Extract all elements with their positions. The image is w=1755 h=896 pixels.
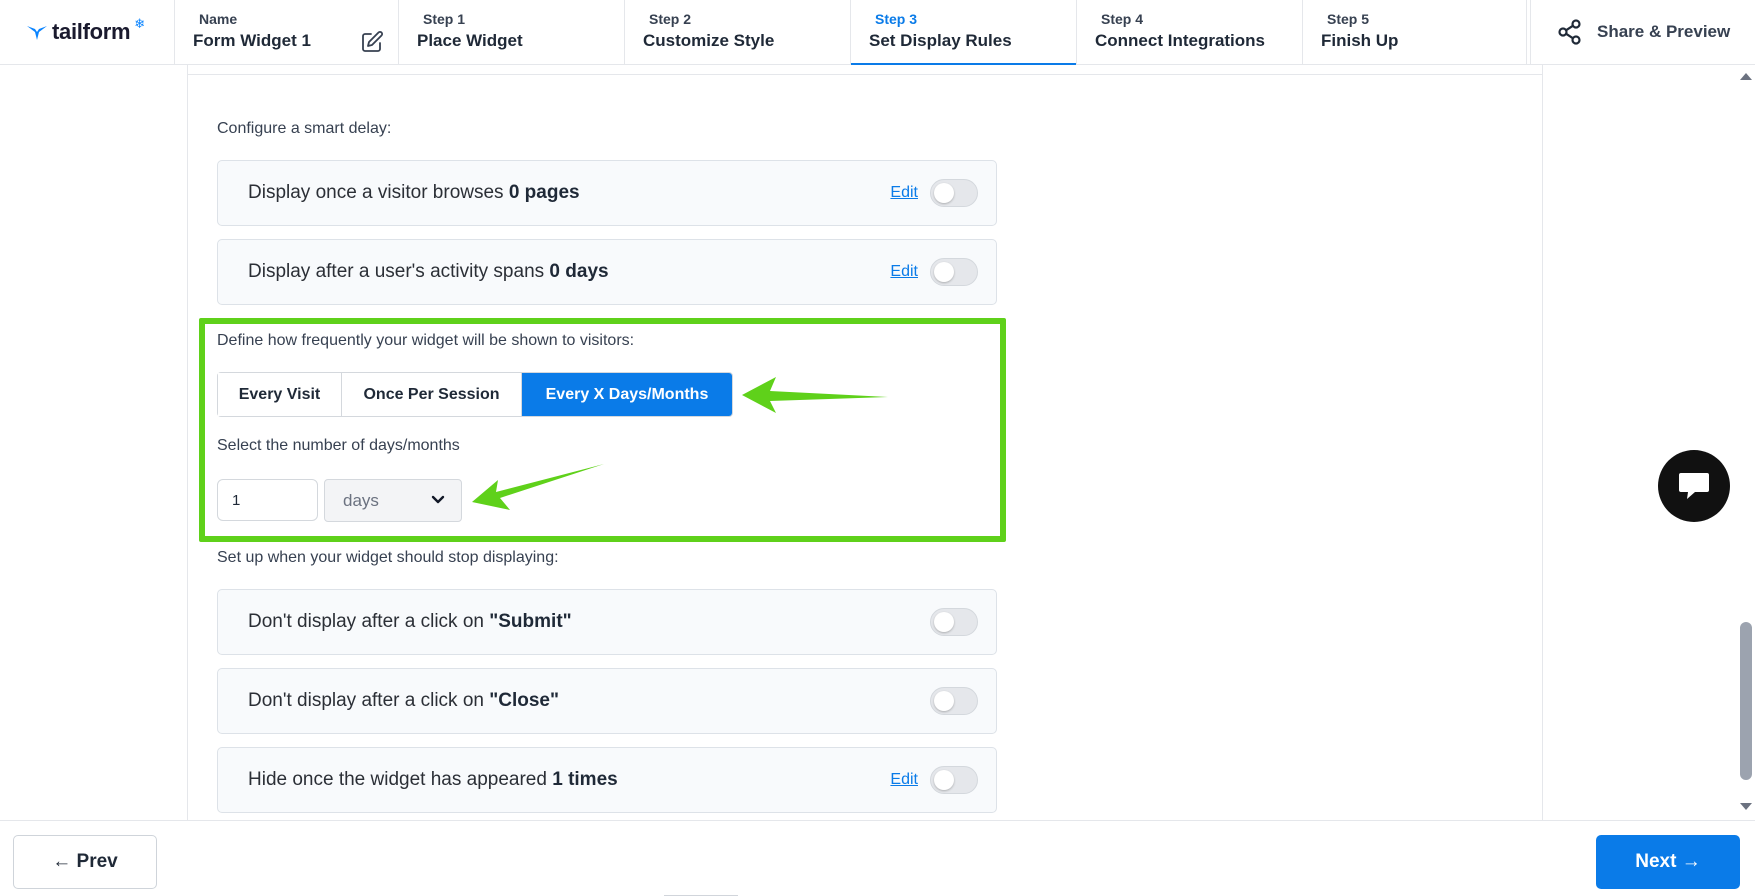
rule-pages-value: 0 pages xyxy=(508,182,580,203)
chat-bubble-icon xyxy=(1679,473,1709,499)
arrow-annotation-icon xyxy=(472,464,604,510)
days-months-select[interactable]: days xyxy=(324,479,462,522)
rule-appeared-times: Hide once the widget has appeared 1 time… xyxy=(217,747,997,813)
chat-button[interactable] xyxy=(1658,450,1730,522)
top-navigation-bar: tailform ❄ Name Form Widget 1 Step 1 Pla… xyxy=(0,0,1755,65)
name-label: Name xyxy=(199,11,238,27)
step-2-label: Step 2 xyxy=(649,11,692,27)
submit-toggle[interactable] xyxy=(930,608,978,636)
divider xyxy=(187,74,1543,75)
logo[interactable]: tailform ❄ xyxy=(0,0,175,64)
widget-name-block: Name Form Widget 1 xyxy=(175,0,399,64)
step-5-label: Step 5 xyxy=(1327,11,1370,27)
tab-step-3[interactable]: Step 3 Set Display Rules xyxy=(851,0,1077,65)
prev-button[interactable]: ← Prev xyxy=(13,835,157,889)
step-1-label: Step 1 xyxy=(423,11,466,27)
scroll-up-icon[interactable] xyxy=(1739,71,1753,81)
rule-days-text: Display after a user's activity spans 0 … xyxy=(248,261,609,282)
edit-times-link[interactable]: Edit xyxy=(890,771,918,789)
step-2-title: Customize Style xyxy=(643,31,775,50)
tab-step-4[interactable]: Step 4 Connect Integrations xyxy=(1077,0,1303,64)
unit-selected-value: days xyxy=(343,490,379,510)
rule-times-value: 1 times xyxy=(552,769,618,790)
number-of-days-input[interactable]: 1 xyxy=(217,479,318,521)
rule-submit-value: "Submit" xyxy=(489,611,572,632)
smart-delay-heading: Configure a smart delay: xyxy=(217,120,392,137)
step-4-label: Step 4 xyxy=(1101,11,1144,27)
step-3-label: Step 3 xyxy=(875,11,918,27)
rule-activity-days: Display after a user's activity spans 0 … xyxy=(217,239,997,305)
edit-pages-link[interactable]: Edit xyxy=(890,184,918,202)
every-visit-option[interactable]: Every Visit xyxy=(218,373,342,416)
stop-display-heading: Set up when your widget should stop disp… xyxy=(217,549,559,566)
tab-step-2[interactable]: Step 2 Customize Style xyxy=(625,0,851,64)
rule-close-text: Don't display after a click on "Close" xyxy=(248,690,560,711)
tab-step-1[interactable]: Step 1 Place Widget xyxy=(399,0,625,64)
scrollbar-thumb[interactable] xyxy=(1740,622,1752,780)
every-x-days-option[interactable]: Every X Days/Months xyxy=(522,373,732,416)
step-5-title: Finish Up xyxy=(1321,31,1399,50)
days-toggle[interactable] xyxy=(930,258,978,286)
tab-step-5[interactable]: Step 5 Finish Up xyxy=(1303,0,1527,64)
frequency-heading: Define how frequently your widget will b… xyxy=(217,332,635,349)
rule-times-text: Hide once the widget has appeared 1 time… xyxy=(248,769,618,790)
share-preview-button[interactable]: Share & Preview xyxy=(1530,0,1755,64)
step-4-title: Connect Integrations xyxy=(1095,31,1266,50)
times-toggle[interactable] xyxy=(930,766,978,794)
share-icon xyxy=(1558,19,1581,45)
rule-pages-text: Display once a visitor browses 0 pages xyxy=(248,182,580,203)
edit-name-icon[interactable] xyxy=(360,30,384,54)
rule-close-value: "Close" xyxy=(489,690,560,711)
pages-toggle[interactable] xyxy=(930,179,978,207)
rule-days-value: 0 days xyxy=(549,261,609,282)
chevron-down-icon xyxy=(431,495,445,504)
rule-pages-browsed: Display once a visitor browses 0 pages E… xyxy=(217,160,997,226)
step-3-title: Set Display Rules xyxy=(869,31,1012,50)
frequency-selector: Every Visit Once Per Session Every X Day… xyxy=(217,372,733,417)
step-1-title: Place Widget xyxy=(417,31,523,50)
rule-submit-click: Don't display after a click on "Submit" xyxy=(217,589,997,655)
next-button[interactable]: Next → xyxy=(1596,835,1740,889)
snowflake-icon: ❄ xyxy=(134,16,146,31)
close-toggle[interactable] xyxy=(930,687,978,715)
bottom-navigation-bar: ← Prev Next → xyxy=(0,820,1755,896)
arrow-annotation-icon xyxy=(742,377,888,413)
rule-close-click: Don't display after a click on "Close" xyxy=(217,668,997,734)
once-per-session-option[interactable]: Once Per Session xyxy=(342,373,522,416)
number-days-label: Select the number of days/months xyxy=(217,437,460,454)
scroll-down-icon[interactable] xyxy=(1739,802,1753,812)
share-preview-label: Share & Preview xyxy=(1597,22,1731,41)
bird-logo-icon xyxy=(27,26,47,40)
logo-text: tailform xyxy=(52,19,131,44)
rule-submit-text: Don't display after a click on "Submit" xyxy=(248,611,572,632)
edit-days-link[interactable]: Edit xyxy=(890,263,918,281)
